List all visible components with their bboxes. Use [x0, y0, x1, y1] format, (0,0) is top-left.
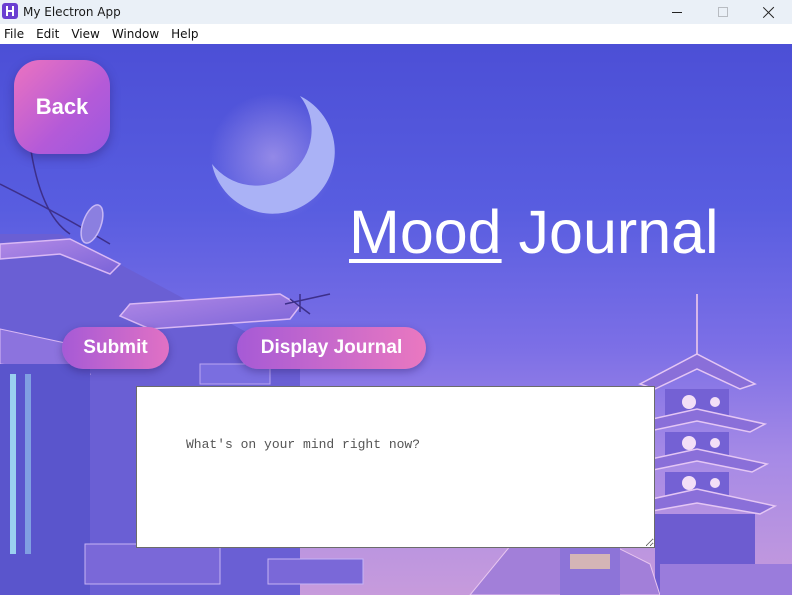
- moon-icon: [209, 93, 337, 221]
- close-button[interactable]: [746, 0, 792, 24]
- page-title-underlined: Mood: [349, 198, 502, 266]
- maximize-icon: [718, 7, 728, 17]
- page-title: Mood Journal: [349, 202, 719, 263]
- page-title-rest: Journal: [501, 198, 719, 266]
- window-title: My Electron App: [23, 5, 121, 19]
- app-content: Back Mood Journal Submit Display Journal: [0, 44, 792, 595]
- maximize-button[interactable]: [700, 0, 746, 24]
- menu-bar: File Edit View Window Help: [0, 24, 792, 44]
- menu-view[interactable]: View: [71, 27, 99, 41]
- window-title-bar: My Electron App: [0, 0, 792, 24]
- journal-textarea[interactable]: [136, 386, 655, 548]
- minimize-icon: [672, 11, 682, 13]
- submit-button[interactable]: Submit: [62, 327, 169, 369]
- menu-file[interactable]: File: [4, 27, 24, 41]
- app-icon: [2, 3, 18, 19]
- minimize-button[interactable]: [654, 0, 700, 24]
- menu-window[interactable]: Window: [112, 27, 159, 41]
- close-icon: [763, 6, 775, 18]
- display-journal-button[interactable]: Display Journal: [237, 327, 426, 369]
- menu-edit[interactable]: Edit: [36, 27, 59, 41]
- back-button[interactable]: Back: [14, 60, 110, 154]
- menu-help[interactable]: Help: [171, 27, 198, 41]
